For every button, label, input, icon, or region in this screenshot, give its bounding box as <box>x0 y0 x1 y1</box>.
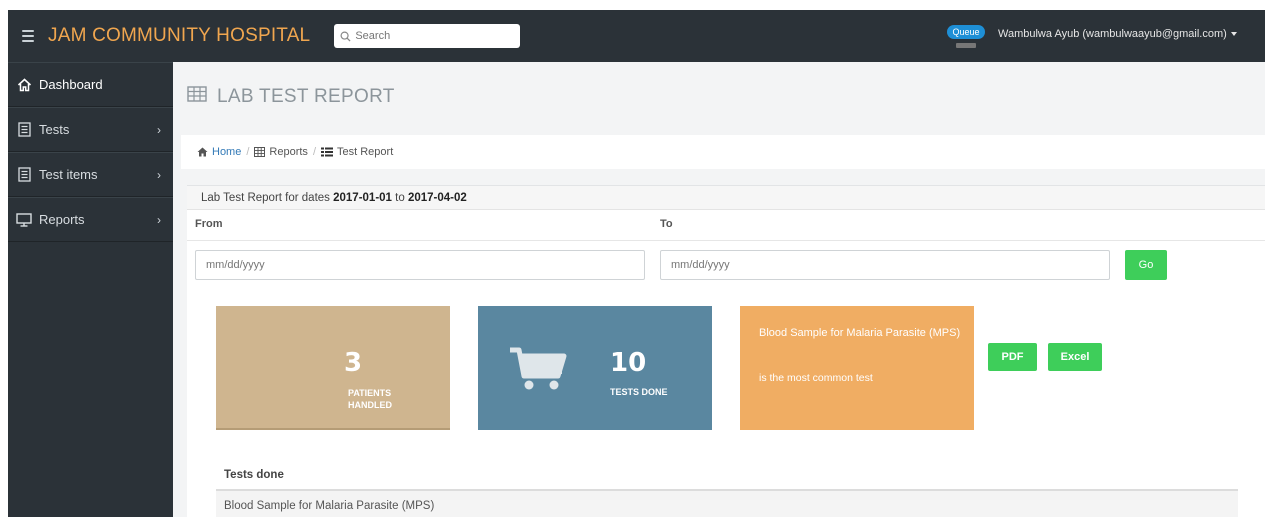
date-form-inputs: mm/dd/yyyy mm/dd/yyyy Go <box>187 241 1265 287</box>
breadcrumb-reports-label: Reports <box>269 146 308 158</box>
breadcrumb-current: Test Report <box>321 146 393 158</box>
patients-handled-tile: 3 PATIENTS HANDLED <box>216 306 450 430</box>
top-navbar: JAM COMMUNITY HOSPITAL Queue Wambulwa Ay… <box>8 10 1265 62</box>
search-icon <box>340 31 351 42</box>
export-excel-button[interactable]: Excel <box>1048 343 1102 371</box>
breadcrumb-current-label: Test Report <box>337 146 394 158</box>
tests-label: TESTS DONE <box>610 387 668 397</box>
brand-title[interactable]: JAM COMMUNITY HOSPITAL <box>48 25 310 47</box>
user-menu[interactable]: Wambulwa Ayub (wambulwaayub@gmail.com) <box>998 28 1237 40</box>
report-to-word: to <box>395 191 405 204</box>
app-root: JAM COMMUNITY HOSPITAL Queue Wambulwa Ay… <box>0 0 1265 517</box>
queue-tray-icon <box>956 43 976 48</box>
search-box[interactable] <box>334 24 521 48</box>
monitor-icon <box>16 212 32 228</box>
queue-badge: Queue <box>947 25 985 39</box>
date-to-field[interactable]: mm/dd/yyyy <box>660 250 1110 280</box>
page-title: LAB TEST REPORT <box>187 86 395 108</box>
list-icon <box>321 147 333 157</box>
sidebar-item-test-items[interactable]: Test items › <box>8 152 173 197</box>
report-panel: Lab Test Report for dates 2017-01-01 to … <box>187 185 1265 517</box>
sidebar-item-tests[interactable]: Tests › <box>8 107 173 152</box>
queue-button[interactable]: Queue <box>945 22 987 48</box>
tests-done-tile: 10 TESTS DONE <box>478 306 712 430</box>
report-date-to: 2017-04-02 <box>407 191 467 204</box>
main-content: LAB TEST REPORT Home / Reports / Test Re… <box>173 62 1265 517</box>
table-icon <box>187 86 207 108</box>
breadcrumb-home-link[interactable]: Home <box>212 146 241 158</box>
shopping-cart-icon <box>510 347 567 390</box>
table-header: Tests done <box>216 461 1238 491</box>
date-from-field[interactable]: mm/dd/yyyy <box>195 250 645 280</box>
export-pdf-button[interactable]: PDF <box>988 343 1037 371</box>
sidebar-item-label: Reports <box>39 212 85 227</box>
patients-label: PATIENTS HANDLED <box>348 388 392 410</box>
common-test-name: Blood Sample for Malaria Parasite (MPS) <box>759 327 961 339</box>
sidebar-item-label: Test items <box>39 167 98 182</box>
page-title-text: LAB TEST REPORT <box>217 86 395 107</box>
breadcrumb-reports[interactable]: Reports <box>254 146 308 158</box>
sidebar: Dashboard Tests › Test items › Reports › <box>8 62 173 517</box>
report-date-from: 2017-01-01 <box>333 191 392 204</box>
menu-toggle-icon[interactable] <box>22 30 34 42</box>
breadcrumb-home[interactable]: Home <box>197 146 241 158</box>
tests-table: Tests done Blood Sample for Malaria Para… <box>216 461 1238 517</box>
sidebar-item-dashboard[interactable]: Dashboard <box>8 62 173 107</box>
breadcrumb: Home / Reports / Test Report <box>181 135 1265 169</box>
document-icon <box>16 122 32 138</box>
common-test-caption: is the most common test <box>759 372 873 384</box>
home-icon <box>16 77 32 93</box>
date-form-labels: From To <box>187 210 1265 240</box>
chevron-right-icon: › <box>157 167 161 182</box>
breadcrumb-separator: / <box>246 146 250 158</box>
report-header: Lab Test Report for dates 2017-01-01 to … <box>187 186 1265 210</box>
user-name: Wambulwa Ayub (wambulwaayub@gmail.com) <box>998 28 1227 40</box>
chevron-right-icon: › <box>157 212 161 227</box>
go-button[interactable]: Go <box>1125 250 1167 280</box>
most-common-test-tile: Blood Sample for Malaria Parasite (MPS) … <box>740 306 974 430</box>
caret-down-icon <box>1230 32 1237 37</box>
table-row: Blood Sample for Malaria Parasite (MPS) <box>216 491 1238 517</box>
to-label: To <box>660 218 673 230</box>
home-icon <box>197 147 208 157</box>
report-header-prefix: Lab Test Report for dates <box>201 191 330 204</box>
sidebar-item-label: Tests <box>39 122 70 137</box>
tests-count: 10 <box>610 348 647 378</box>
breadcrumb-separator: / <box>312 146 316 158</box>
from-label: From <box>195 218 223 230</box>
sidebar-item-label: Dashboard <box>39 77 103 92</box>
chevron-right-icon: › <box>157 122 161 137</box>
patients-count: 3 <box>344 348 363 378</box>
table-icon <box>254 147 266 157</box>
sidebar-item-reports[interactable]: Reports › <box>8 197 173 242</box>
document-icon <box>16 167 32 183</box>
search-input[interactable] <box>355 30 506 42</box>
